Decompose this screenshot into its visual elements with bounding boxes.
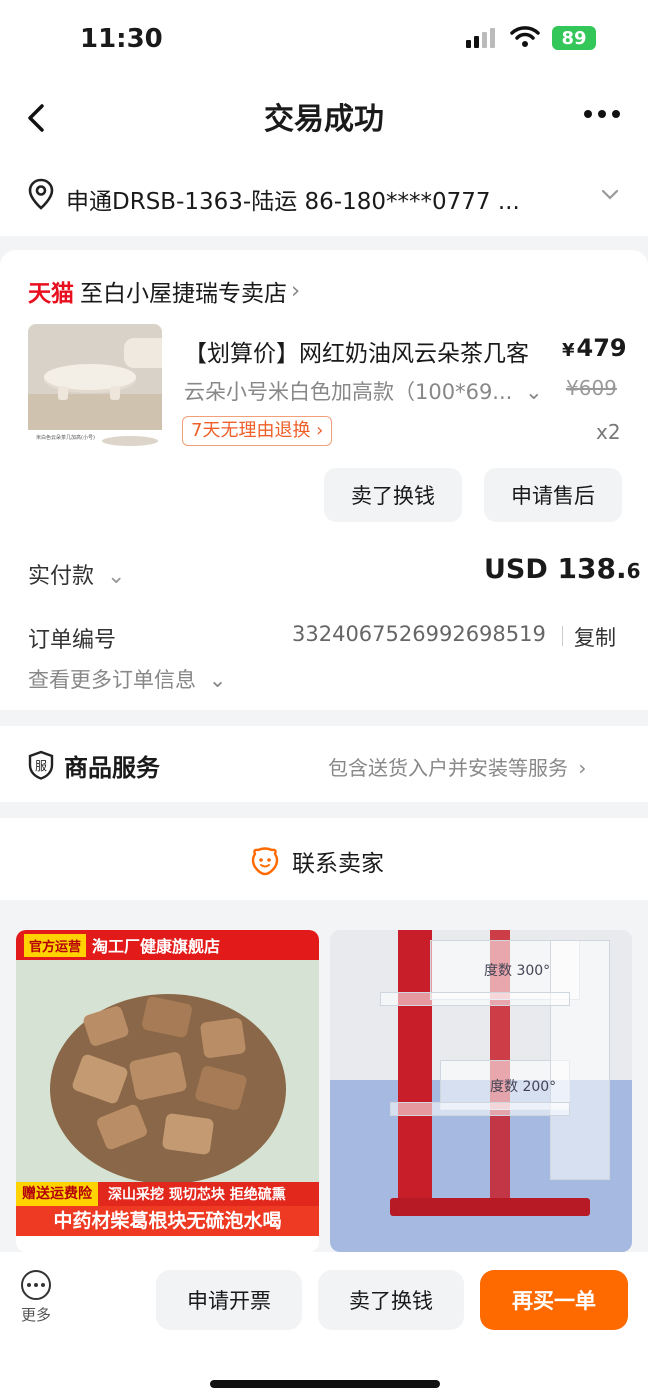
more-menu-button[interactable]: 更多 [14, 1270, 58, 1325]
shipping-text: 申通DRSB-1363-陆运 86-180****0777 ... [66, 189, 520, 215]
shop-name: 至白小屋捷瑞专卖店 [80, 281, 287, 307]
wifi-icon [510, 26, 540, 47]
return-policy-tag[interactable]: 7天无理由退换 › [182, 416, 333, 446]
sell-button[interactable]: 卖了换钱 [324, 468, 462, 522]
request-invoice-button[interactable]: 申请开票 [156, 1270, 302, 1330]
home-indicator [210, 1380, 440, 1388]
more-order-info-link[interactable]: 查看更多订单信息 ⌄ [28, 664, 226, 694]
tmall-logo: 天猫 [28, 281, 74, 307]
shield-icon: 服 [28, 750, 54, 780]
paid-amount: USD 138.6 [484, 552, 641, 585]
page-title: 交易成功 [264, 102, 384, 137]
status-bar: 11:30 89 [0, 0, 648, 80]
feature-text: 深山采挖 现切芯块 拒绝硫熏 [108, 1187, 286, 1203]
quantity: x2 [596, 420, 621, 444]
original-price: ¥609 [566, 376, 617, 400]
seller-face-icon [251, 847, 279, 876]
order-card: 天猫 至白小屋捷瑞专卖店 › 米白色云朵茶几加高(小号) 【划算价】网红奶油风云… [0, 250, 648, 710]
more-options-icon[interactable] [584, 110, 620, 118]
chevron-down-icon[interactable] [600, 188, 620, 202]
more-label: 更多 [20, 1306, 51, 1324]
store-banner: 官方运营 淘工厂健康旗舰店 [16, 930, 319, 960]
rack-label-top: 度数 300° [484, 963, 551, 979]
freight-insurance-tag: 赠送运费险 [16, 1182, 98, 1206]
official-badge: 官方运营 [24, 933, 87, 957]
product-thumbnail[interactable]: 米白色云朵茶几加高(小号) [28, 324, 162, 458]
service-desc: 包含送货入户并安装等服务 › [328, 756, 587, 780]
signal-icon [466, 28, 495, 48]
location-pin-icon [28, 178, 54, 210]
divider [562, 626, 563, 646]
after-sale-button[interactable]: 申请售后 [484, 468, 622, 522]
product-photo [16, 960, 319, 1184]
chevron-right-icon: › [291, 278, 301, 304]
copy-button[interactable]: 复制 [574, 622, 616, 652]
recommendation-card[interactable]: 官方运营 淘工厂健康旗舰店 赠送运费险 深山采挖 现切芯块 拒绝硫熏 中药材柴葛… [16, 930, 319, 1252]
rack-label-bottom: 度数 200° [490, 1079, 557, 1095]
contact-seller-label: 联系卖家 [292, 851, 384, 877]
product-sku[interactable]: 云朵小号米白色加高款（100*69... ⌄ [184, 376, 543, 406]
service-row[interactable]: 服 商品服务 包含送货入户并安装等服务 › [0, 726, 648, 802]
recommendation-title: 中药材柴葛根块无硫泡水喝 [16, 1206, 319, 1236]
order-number: 3324067526992698519 [292, 622, 546, 646]
more-dots-icon [21, 1270, 51, 1300]
product-title[interactable]: 【划算价】网红奶油风云朵茶几客 [184, 334, 529, 368]
contact-seller-row[interactable]: 联系卖家 [0, 818, 648, 900]
recommendation-card[interactable]: 度数 300° 度数 200° [330, 930, 632, 1252]
thumbnail-caption: 米白色云朵茶几加高(小号) [36, 435, 95, 441]
product-price: ¥479 [562, 334, 627, 362]
shipping-info-row[interactable]: 申通DRSB-1363-陆运 86-180****0777 ... [0, 158, 648, 236]
nav-bar: 交易成功 [0, 80, 648, 158]
shop-link[interactable]: 天猫 至白小屋捷瑞专卖店 › [28, 274, 300, 308]
store-name: 淘工厂健康旗舰店 [92, 937, 221, 956]
feature-strip: 赠送运费险 深山采挖 现切芯块 拒绝硫熏 [16, 1182, 319, 1206]
buy-again-button[interactable]: 再买一单 [480, 1270, 628, 1330]
bottom-action-bar: 更多 申请开票 卖了换钱 再买一单 [0, 1252, 648, 1400]
service-label: 商品服务 [64, 754, 160, 782]
status-time: 11:30 [80, 24, 163, 54]
sell-for-cash-button[interactable]: 卖了换钱 [318, 1270, 464, 1330]
order-number-label: 订单编号 [28, 628, 117, 653]
shield-text: 服 [35, 759, 47, 773]
battery-indicator: 89 [552, 26, 596, 50]
paid-label[interactable]: 实付款 ⌄ [28, 558, 125, 590]
